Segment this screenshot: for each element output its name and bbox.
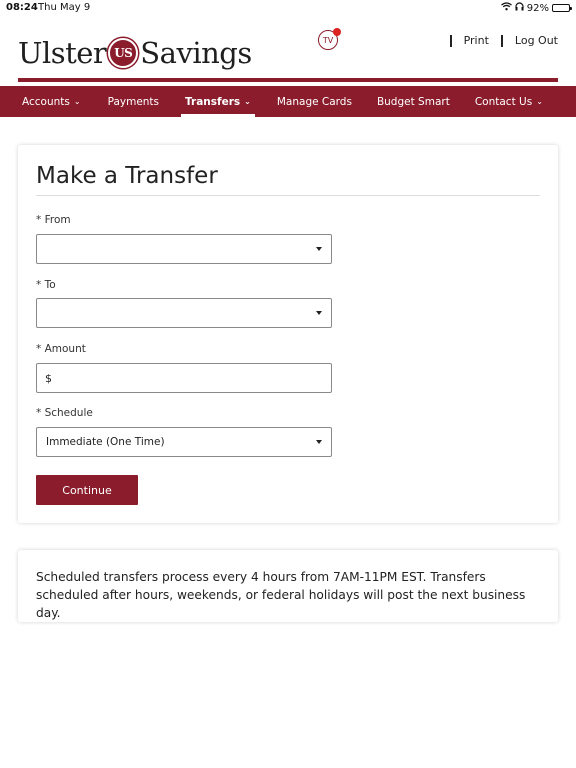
continue-button[interactable]: Continue	[36, 475, 138, 505]
ulster-savings-logo[interactable]: Ulster US Savings	[18, 34, 252, 72]
caret-down-icon	[316, 440, 322, 444]
nav-item-label: Manage Cards	[276, 95, 352, 108]
nav-item-label: Accounts	[22, 95, 70, 108]
status-right: 92%	[500, 2, 572, 14]
to-select[interactable]	[36, 298, 332, 328]
from-select[interactable]	[36, 234, 332, 264]
nav-item-label: Payments	[107, 95, 160, 108]
amount-label: * Amount	[36, 343, 86, 355]
amount-input[interactable]: $	[36, 363, 332, 393]
wifi-icon	[500, 2, 512, 14]
logo-text-right: Savings	[140, 36, 252, 70]
nav-item-contact-us[interactable]: Contact Us ⌄	[475, 86, 543, 117]
nav-item-label: Transfers	[185, 95, 241, 108]
battery-percent: 92%	[526, 2, 549, 14]
title-divider	[36, 195, 540, 196]
from-label: * From	[36, 214, 71, 226]
transfer-form-card: Make a Transfer * From * To * Amount $ *…	[18, 145, 558, 523]
schedule-label: * Schedule	[36, 407, 93, 419]
chevron-down-icon: ⌄	[244, 97, 251, 106]
caret-down-icon	[316, 247, 322, 251]
print-link[interactable]: Print	[464, 34, 489, 47]
divider	[449, 34, 452, 47]
nav-item-payments[interactable]: Payments	[108, 86, 159, 117]
schedule-select[interactable]: Immediate (One Time)	[36, 427, 332, 457]
nav-item-label: Contact Us	[474, 95, 533, 108]
main-nav: Accounts ⌄ Payments Transfers ⌄ Manage C…	[0, 86, 576, 117]
site-header: Ulster US Savings TV Print Log Out	[0, 16, 576, 82]
logo-underline	[18, 78, 558, 82]
nav-item-budget-smart[interactable]: Budget Smart	[377, 86, 450, 117]
status-time: 08:24	[6, 2, 38, 13]
nav-item-label: Budget Smart	[376, 95, 450, 108]
schedule-info-card: Scheduled transfers process every 4 hour…	[18, 550, 558, 622]
nav-item-transfers[interactable]: Transfers ⌄	[181, 86, 255, 117]
logo-seal-icon: US	[108, 38, 139, 68]
status-date: Thu May 9	[38, 2, 91, 13]
chevron-down-icon: ⌄	[73, 97, 81, 106]
to-label: * To	[36, 279, 56, 291]
schedule-select-value: Immediate (One Time)	[46, 436, 165, 448]
header-links: Print Log Out	[438, 34, 558, 47]
logo-text-left: Ulster	[18, 36, 107, 70]
tv-label: TV	[322, 35, 334, 45]
divider	[500, 34, 503, 47]
headphones-icon	[515, 2, 524, 14]
battery-icon	[552, 4, 572, 12]
notification-dot	[333, 28, 341, 36]
caret-down-icon	[316, 311, 322, 315]
status-bar: 08:24 Thu May 9 92%	[0, 0, 576, 16]
schedule-info-text: Scheduled transfers process every 4 hour…	[36, 570, 526, 620]
logout-link[interactable]: Log Out	[515, 34, 558, 47]
nav-item-manage-cards[interactable]: Manage Cards	[277, 86, 352, 117]
page-title: Make a Transfer	[36, 163, 218, 189]
tv-icon[interactable]: TV	[318, 28, 341, 50]
nav-item-accounts[interactable]: Accounts ⌄	[22, 86, 81, 117]
currency-prefix: $	[45, 371, 52, 385]
chevron-down-icon: ⌄	[536, 97, 543, 106]
